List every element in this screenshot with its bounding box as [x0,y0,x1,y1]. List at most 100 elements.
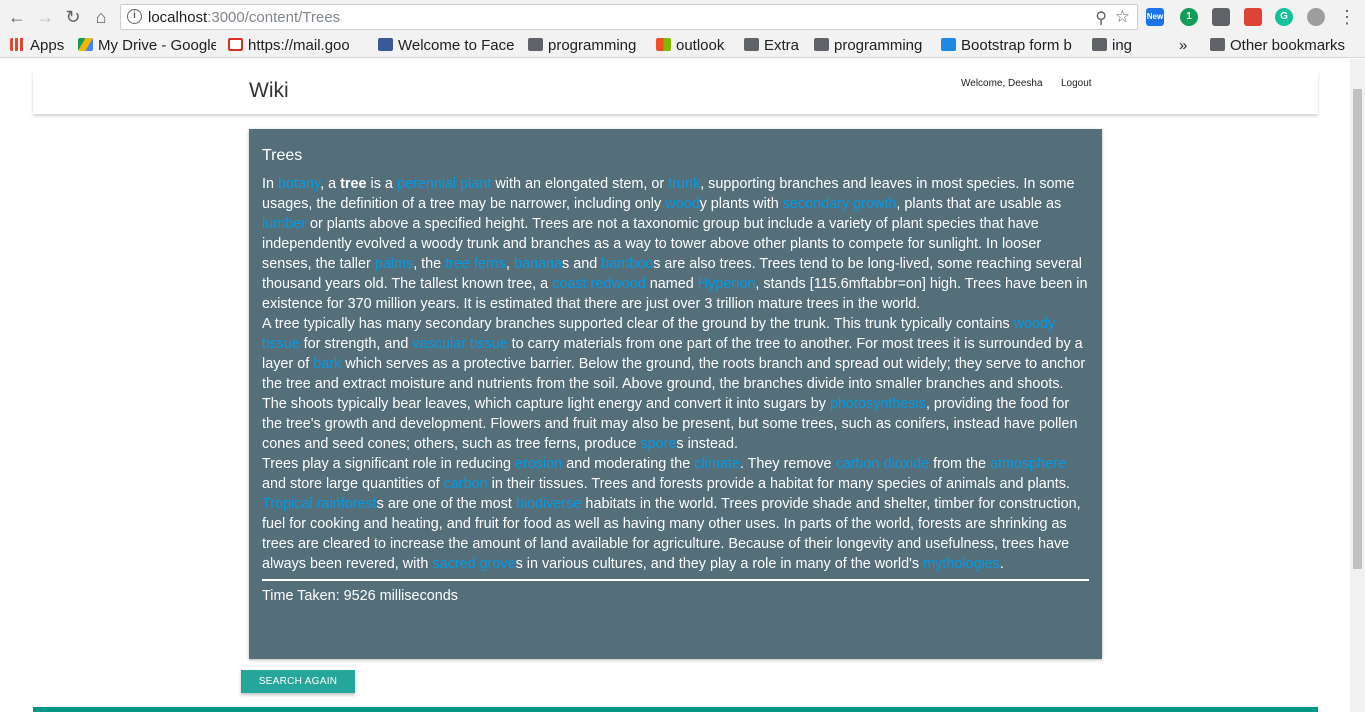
paragraph-text: , the [413,256,446,272]
folder-icon [1092,38,1107,51]
paragraph-text: Trees play a significant role in reducin… [262,456,516,472]
bookmark-star-icon[interactable]: ☆ [1115,7,1130,27]
bookmark-folder-extra[interactable]: Extra [744,36,806,56]
wiki-link[interactable]: Hyperion [698,276,756,292]
bookmark-facebook[interactable]: Welcome to Face [378,36,514,56]
forward-arrow-icon[interactable]: → [34,6,56,28]
bookmarks-bar: Apps My Drive - Google https://mail.goo … [0,34,1365,58]
page-scrollbar[interactable] [1350,59,1365,712]
bookmark-folder-ing[interactable]: ing [1092,36,1142,56]
bookmark-label: Extra [764,37,800,54]
wiki-link[interactable]: bamboo [601,256,653,272]
wiki-link[interactable]: vascular tissue [412,336,507,352]
address-bar[interactable]: i localhost:3000/content/Trees ⚲ ☆ [120,4,1138,30]
wiki-link[interactable]: Tropical rainforest [262,496,377,512]
wiki-link[interactable]: sacred grove [432,556,515,572]
grammarly-icon[interactable]: G [1275,8,1293,26]
wiki-link[interactable]: tree ferns [445,256,506,272]
reload-icon[interactable]: ↻ [62,6,84,28]
wiki-link[interactable]: lumber [262,216,306,232]
bookmark-label: My Drive - Google [98,37,216,54]
folder-icon [528,38,543,51]
zoom-icon[interactable]: ⚲ [1095,8,1107,28]
extension-count-icon[interactable]: 1 [1180,8,1198,26]
folder-icon [744,38,759,51]
apps-grid-icon [10,38,25,51]
paragraph-text: named [645,276,698,292]
bookmark-my-drive[interactable]: My Drive - Google [78,36,216,56]
article-paragraph-1: In botany, a tree is a perennial plant w… [262,174,1089,314]
bookmark-label: Welcome to Face [398,37,514,54]
paragraph-text: s in various cultures, and they play a r… [515,556,924,572]
bookmark-label: Bootstrap form b [961,37,1072,54]
bookmark-outlook[interactable]: outlook [656,36,736,56]
article-card: Trees In botany, a tree is a perennial p… [249,129,1102,659]
url-text[interactable]: localhost:3000/content/Trees [148,9,340,26]
folder-icon [814,38,829,51]
paragraph-text: with an elongated stem, or [491,176,669,192]
page-viewport: Wiki Welcome, Deesha Logout Trees In bot… [0,59,1365,712]
wiki-link[interactable]: bark [313,356,341,372]
paragraph-text: , plants that are usable as [896,196,1062,212]
back-arrow-icon[interactable]: ← [6,6,28,28]
wiki-link[interactable]: climate [694,456,740,472]
card-title: Trees [262,147,303,164]
paragraph-text: . [999,556,1004,572]
wiki-link[interactable]: spore [640,436,676,452]
paragraph-text: A tree typically has many secondary bran… [262,316,1014,332]
article-paragraph-2: A tree typically has many secondary bran… [262,314,1089,454]
time-taken: Time Taken: 9526 milliseconds [262,588,458,604]
search-again-button[interactable]: SEARCH AGAIN [241,670,355,693]
paragraph-text: for strength, and [299,336,413,352]
paragraph-text: , a [320,176,341,192]
wiki-link[interactable]: mythologies [923,556,1000,572]
windows-icon [656,38,671,51]
bookmark-gmail[interactable]: https://mail.goo [228,36,366,56]
welcome-text: Welcome, Deesha [961,78,1043,89]
bookmark-folder-programming-2[interactable]: programming [814,36,934,56]
wiki-link[interactable]: banana [514,256,562,272]
divider [262,579,1089,581]
wiki-link[interactable]: erosion [515,456,562,472]
google-drive-icon [78,38,93,51]
wiki-link[interactable]: coast redwood [552,276,646,292]
wiki-link[interactable]: wood [665,196,699,212]
wiki-link[interactable]: botany [278,176,320,192]
logout-link[interactable]: Logout [1061,78,1092,89]
other-bookmarks[interactable]: Other bookmarks [1210,36,1355,56]
paragraph-text: is a [366,176,397,192]
scrollbar-thumb[interactable] [1353,89,1362,569]
extension-colorful-icon[interactable] [1244,8,1262,26]
brand-logo[interactable]: Wiki [249,79,289,103]
paragraph-text: In [262,176,278,192]
site-navbar: Wiki Welcome, Deesha Logout [33,71,1318,114]
site-info-icon[interactable]: i [127,9,142,24]
url-path: :3000/content/Trees [207,9,341,26]
bookmark-apps[interactable]: Apps [10,36,70,56]
wiki-link[interactable]: carbon dioxide [836,456,930,472]
bootstrap-icon [941,38,956,51]
wiki-link[interactable]: biodiverse [516,496,582,512]
extension-new-icon[interactable]: New [1146,8,1164,26]
wiki-link[interactable]: photosynthesis [830,396,926,412]
home-icon[interactable]: ⌂ [90,6,112,28]
wiki-link[interactable]: secondary growth [783,196,897,212]
bookmark-label: programming [834,37,923,54]
paragraph-text: . They remove [739,456,836,472]
paragraph-text: y plants with [699,196,783,212]
bookmark-folder-programming[interactable]: programming [528,36,648,56]
wiki-link[interactable]: trunk [668,176,700,192]
extension-lock-icon[interactable] [1212,8,1230,26]
bookmark-label: programming [548,37,637,54]
article-paragraph-3: Trees play a significant role in reducin… [262,454,1089,574]
menu-dots-icon[interactable]: ⋮ [1336,6,1358,28]
paragraph-text: s are one of the most [376,496,516,512]
paragraph-text: , [505,256,514,272]
bookmark-bootstrap-form[interactable]: Bootstrap form b [941,36,1081,56]
wiki-link[interactable]: carbon [444,476,488,492]
bookmarks-overflow-button[interactable]: » [1179,36,1193,56]
wiki-link[interactable]: perennial plant [397,176,491,192]
wiki-link[interactable]: atmosphere [990,456,1066,472]
extension-round-icon[interactable] [1307,8,1325,26]
wiki-link[interactable]: palms [375,256,413,272]
